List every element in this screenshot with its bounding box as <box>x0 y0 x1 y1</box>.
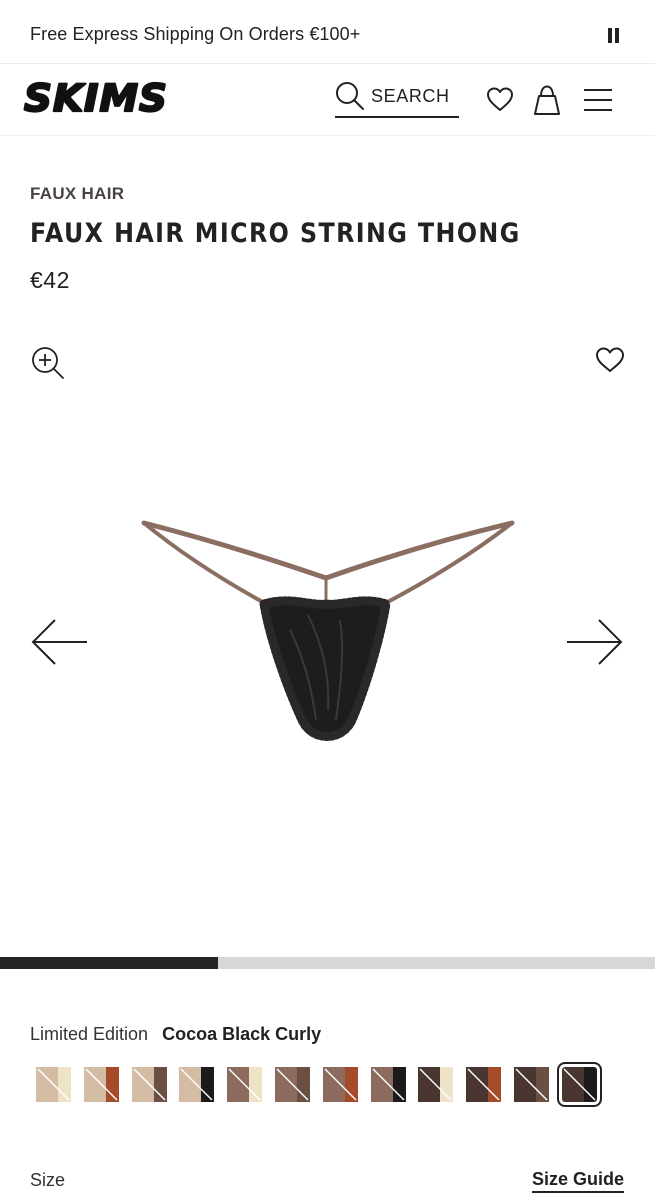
color-swatch[interactable] <box>514 1067 549 1102</box>
color-swatch[interactable] <box>275 1067 310 1102</box>
color-swatch[interactable] <box>466 1067 502 1102</box>
color-swatch[interactable] <box>370 1067 406 1102</box>
collection-link[interactable]: FAUX HAIR <box>30 184 124 204</box>
color-swatches <box>36 1062 616 1107</box>
arrow-right-icon[interactable] <box>566 617 624 667</box>
size-label: Size <box>30 1170 66 1190</box>
color-selector-label: Limited Edition Cocoa Black Curly <box>30 1024 321 1045</box>
skims-logo[interactable]: SKIMS <box>22 78 172 118</box>
color-swatch[interactable] <box>179 1067 215 1102</box>
heart-icon[interactable] <box>595 346 625 374</box>
color-swatch[interactable] <box>131 1067 167 1102</box>
logo-text: SKIMS <box>24 78 168 118</box>
size-guide-link[interactable]: Size Guide <box>532 1169 625 1193</box>
menu-icon[interactable] <box>583 88 613 112</box>
bag-icon[interactable] <box>533 84 561 116</box>
edition-label: Limited Edition <box>30 1024 149 1044</box>
progress-fill <box>0 957 219 969</box>
search-label: SEARCH <box>371 86 450 106</box>
promo-text: Free Express Shipping On Orders €100+ <box>30 24 361 44</box>
gallery-progress <box>0 957 655 969</box>
color-swatch[interactable] <box>556 1062 602 1107</box>
product-price: €42 <box>30 267 70 293</box>
color-swatch[interactable] <box>418 1067 454 1102</box>
color-swatch[interactable] <box>322 1067 358 1102</box>
search-icon <box>336 82 364 110</box>
product-image[interactable] <box>140 520 516 755</box>
wishlist-heart-icon[interactable] <box>486 86 514 114</box>
color-swatch[interactable] <box>227 1067 263 1102</box>
zoom-in-icon[interactable] <box>31 346 65 380</box>
site-header: SKIMS SEARCH <box>0 64 655 136</box>
product-gallery[interactable] <box>0 325 655 955</box>
search-button[interactable]: SEARCH <box>335 81 459 118</box>
pause-icon[interactable] <box>607 28 621 44</box>
product-title: FAUX HAIR MICRO STRING THONG <box>30 218 521 249</box>
promo-bar: Free Express Shipping On Orders €100+ <box>0 0 655 64</box>
selected-color-name: Cocoa Black Curly <box>162 1024 322 1044</box>
arrow-left-icon[interactable] <box>30 617 88 667</box>
color-swatch[interactable] <box>36 1067 71 1102</box>
color-swatch[interactable] <box>83 1067 119 1102</box>
